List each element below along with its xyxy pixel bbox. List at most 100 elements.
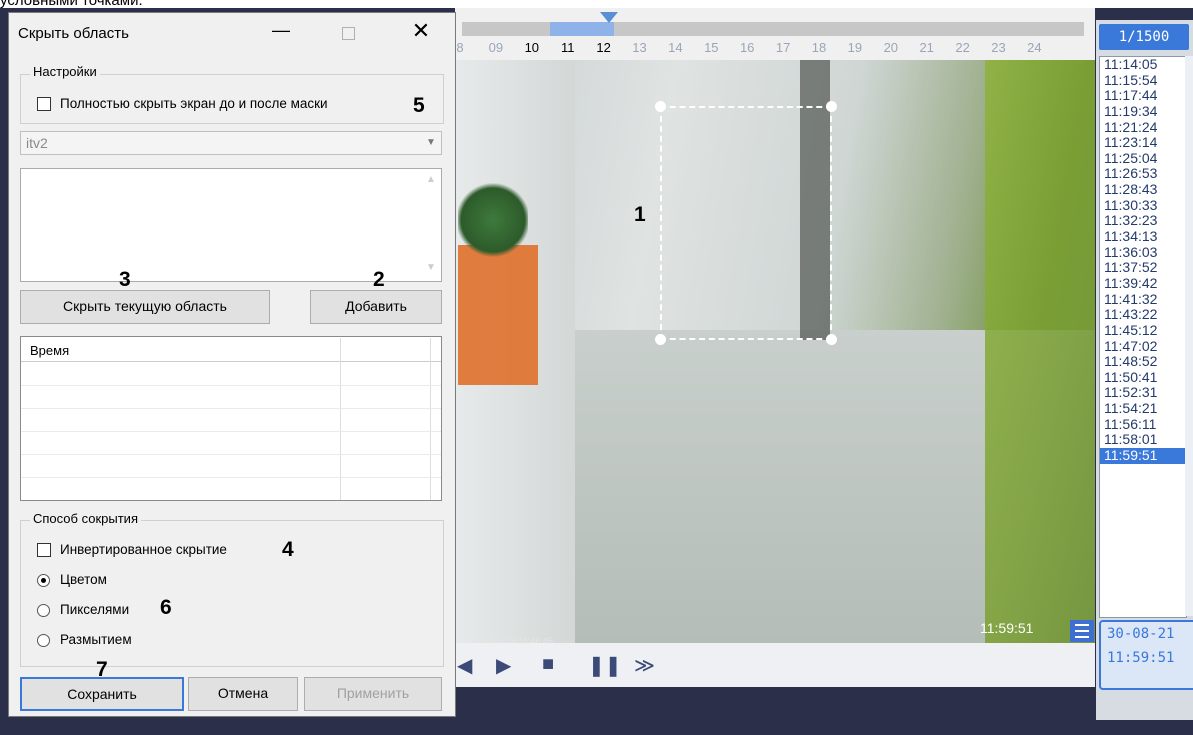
zone-list[interactable] <box>20 168 442 282</box>
time-list-item[interactable]: 11:52:31 <box>1100 385 1186 401</box>
time-list-item[interactable]: 11:19:34 <box>1100 103 1186 120</box>
time-list-item[interactable]: 11:14:05 <box>1100 57 1186 73</box>
stop-icon[interactable]: ■ <box>542 653 554 676</box>
menu-icon[interactable] <box>1070 620 1094 642</box>
frame-counter: 1/1500 <box>1099 24 1189 50</box>
time-list-scrollbar[interactable] <box>1185 56 1193 616</box>
timeline-tick-label: 22 <box>955 40 970 55</box>
video-chair <box>458 245 538 385</box>
time-list-item[interactable]: 11:48:52 <box>1100 354 1186 370</box>
video-time-overlay: 11:59:51 <box>980 620 1034 636</box>
add-button[interactable]: Добавить <box>310 290 442 324</box>
maximize-icon[interactable] <box>336 22 360 44</box>
time-list-item[interactable]: 11:50:41 <box>1100 369 1186 386</box>
timeline-tick-label: 11 <box>560 40 575 55</box>
chevron-down-icon[interactable]: ▼ <box>422 134 440 152</box>
date-time-box[interactable]: 30-08-21 11:59:51 <box>1099 620 1193 690</box>
date-line: 30-08-21 <box>1107 626 1175 642</box>
time-list-item[interactable]: 11:58:01 <box>1100 432 1186 448</box>
timeline-marker-icon[interactable] <box>600 12 618 23</box>
pixels-radio-label: Пикселями <box>60 602 130 617</box>
callout-3: 3 <box>119 268 131 291</box>
close-icon[interactable]: ✕ <box>406 18 436 44</box>
hide-screen-label: Полностью скрыть экран до и после маски <box>60 96 328 111</box>
time-list-item[interactable]: 11:30:33 <box>1100 197 1186 214</box>
time-list-item[interactable]: 11:41:32 <box>1100 291 1186 308</box>
callout-6: 6 <box>160 596 172 619</box>
timeline-selection[interactable] <box>550 22 614 36</box>
timeline-tick-label: 13 <box>632 40 647 55</box>
timeline-tick-label: 09 <box>488 40 504 55</box>
blur-radio[interactable] <box>37 634 50 647</box>
timeline-tick-label: 24 <box>1027 40 1042 55</box>
timeline-tick-label: 16 <box>739 40 755 55</box>
scroll-down-icon[interactable]: ▼ <box>422 262 440 273</box>
time-list-item[interactable]: 11:47:02 <box>1100 338 1186 355</box>
mask-handle[interactable] <box>655 334 666 345</box>
column-divider <box>340 338 341 500</box>
timeline-tick-label: 14 <box>668 40 683 55</box>
pause-icon[interactable]: ❚❚ <box>588 653 622 678</box>
scroll-up-icon[interactable]: ▲ <box>422 174 440 185</box>
time-list-item[interactable]: 11:25:04 <box>1100 150 1186 167</box>
video-plant <box>458 180 528 260</box>
timeline-tick-label: 12 <box>596 40 611 55</box>
mask-rectangle[interactable] <box>660 106 832 340</box>
timeline-tick-label: 15 <box>704 40 719 55</box>
time-list-item[interactable]: 11:26:53 <box>1100 166 1186 182</box>
callout-4: 4 <box>282 538 294 561</box>
time-list-item[interactable]: 11:23:14 <box>1100 135 1186 151</box>
timeline-tick-label: 23 <box>991 40 1006 55</box>
time-list[interactable]: 11:14:05 11:15:54 11:17:44 11:19:34 11:21:24… <box>1099 56 1187 618</box>
time-list-item[interactable]: 11:43:22 <box>1100 307 1186 323</box>
timeline-tick-label: 18 <box>811 40 827 55</box>
inverted-hide-checkbox[interactable] <box>37 543 51 557</box>
time-list-item[interactable]: 11:37:52 <box>1100 260 1186 276</box>
inverted-hide-label: Инвертированное скрытие <box>60 542 227 557</box>
hide-current-area-button[interactable]: Скрыть текущую область <box>20 290 270 324</box>
time-list-item[interactable]: 11:59:51 <box>1100 447 1186 464</box>
time-list-item[interactable]: 11:45:12 <box>1100 322 1186 339</box>
time-list-item[interactable]: 11:21:24 <box>1100 119 1186 136</box>
time-list-item[interactable]: 11:32:23 <box>1100 213 1186 229</box>
time-list-item[interactable]: 11:28:43 <box>1100 181 1186 198</box>
timeline-tick-label: 20 <box>883 40 899 55</box>
minimize-icon[interactable]: — <box>266 20 296 44</box>
blur-radio-label: Размытием <box>60 632 132 647</box>
camera-select[interactable] <box>20 131 442 155</box>
time-list-item[interactable]: 11:56:11 <box>1100 416 1186 433</box>
dialog-title: Скрыть область <box>18 25 129 42</box>
time-list-item[interactable]: 11:54:21 <box>1100 400 1186 417</box>
play-icon[interactable]: ▶ <box>496 653 511 678</box>
time-list-item[interactable]: 11:36:03 <box>1100 244 1186 261</box>
hide-screen-checkbox[interactable] <box>37 97 51 111</box>
apply-button[interactable]: Применить <box>304 677 442 711</box>
step-back-icon[interactable]: ◀ <box>457 653 472 678</box>
timeline-tick-label: 21 <box>919 40 934 55</box>
mask-handle[interactable] <box>826 334 837 345</box>
cancel-button[interactable]: Отмена <box>188 677 298 711</box>
mask-handle[interactable] <box>826 101 837 112</box>
timeline-tick-label: 17 <box>775 40 791 55</box>
time-list-item[interactable]: 11:39:42 <box>1100 275 1186 292</box>
mask-handle[interactable] <box>655 101 666 112</box>
table-row[interactable] <box>21 385 441 386</box>
fast-forward-icon[interactable]: ≫ <box>634 653 655 678</box>
column-divider <box>430 338 431 500</box>
callout-5: 5 <box>413 94 425 117</box>
time-list-item[interactable]: 11:34:13 <box>1100 228 1186 245</box>
color-radio[interactable] <box>37 574 50 587</box>
save-button[interactable]: Сохранить <box>20 677 184 711</box>
color-radio-label: Цветом <box>60 572 107 587</box>
table-row[interactable] <box>21 477 441 478</box>
table-row[interactable] <box>21 408 441 409</box>
video-green-wall <box>985 60 1095 643</box>
time-list-item[interactable]: 11:15:54 <box>1100 72 1186 89</box>
time-list-item[interactable]: 11:17:44 <box>1100 88 1186 104</box>
pixels-radio[interactable] <box>37 604 50 617</box>
timeline-tick-label: 10 <box>524 40 540 55</box>
callout-1: 1 <box>634 203 646 226</box>
table-row[interactable] <box>21 454 441 455</box>
table-row[interactable] <box>21 431 441 432</box>
time-line: 11:59:51 <box>1107 650 1175 666</box>
